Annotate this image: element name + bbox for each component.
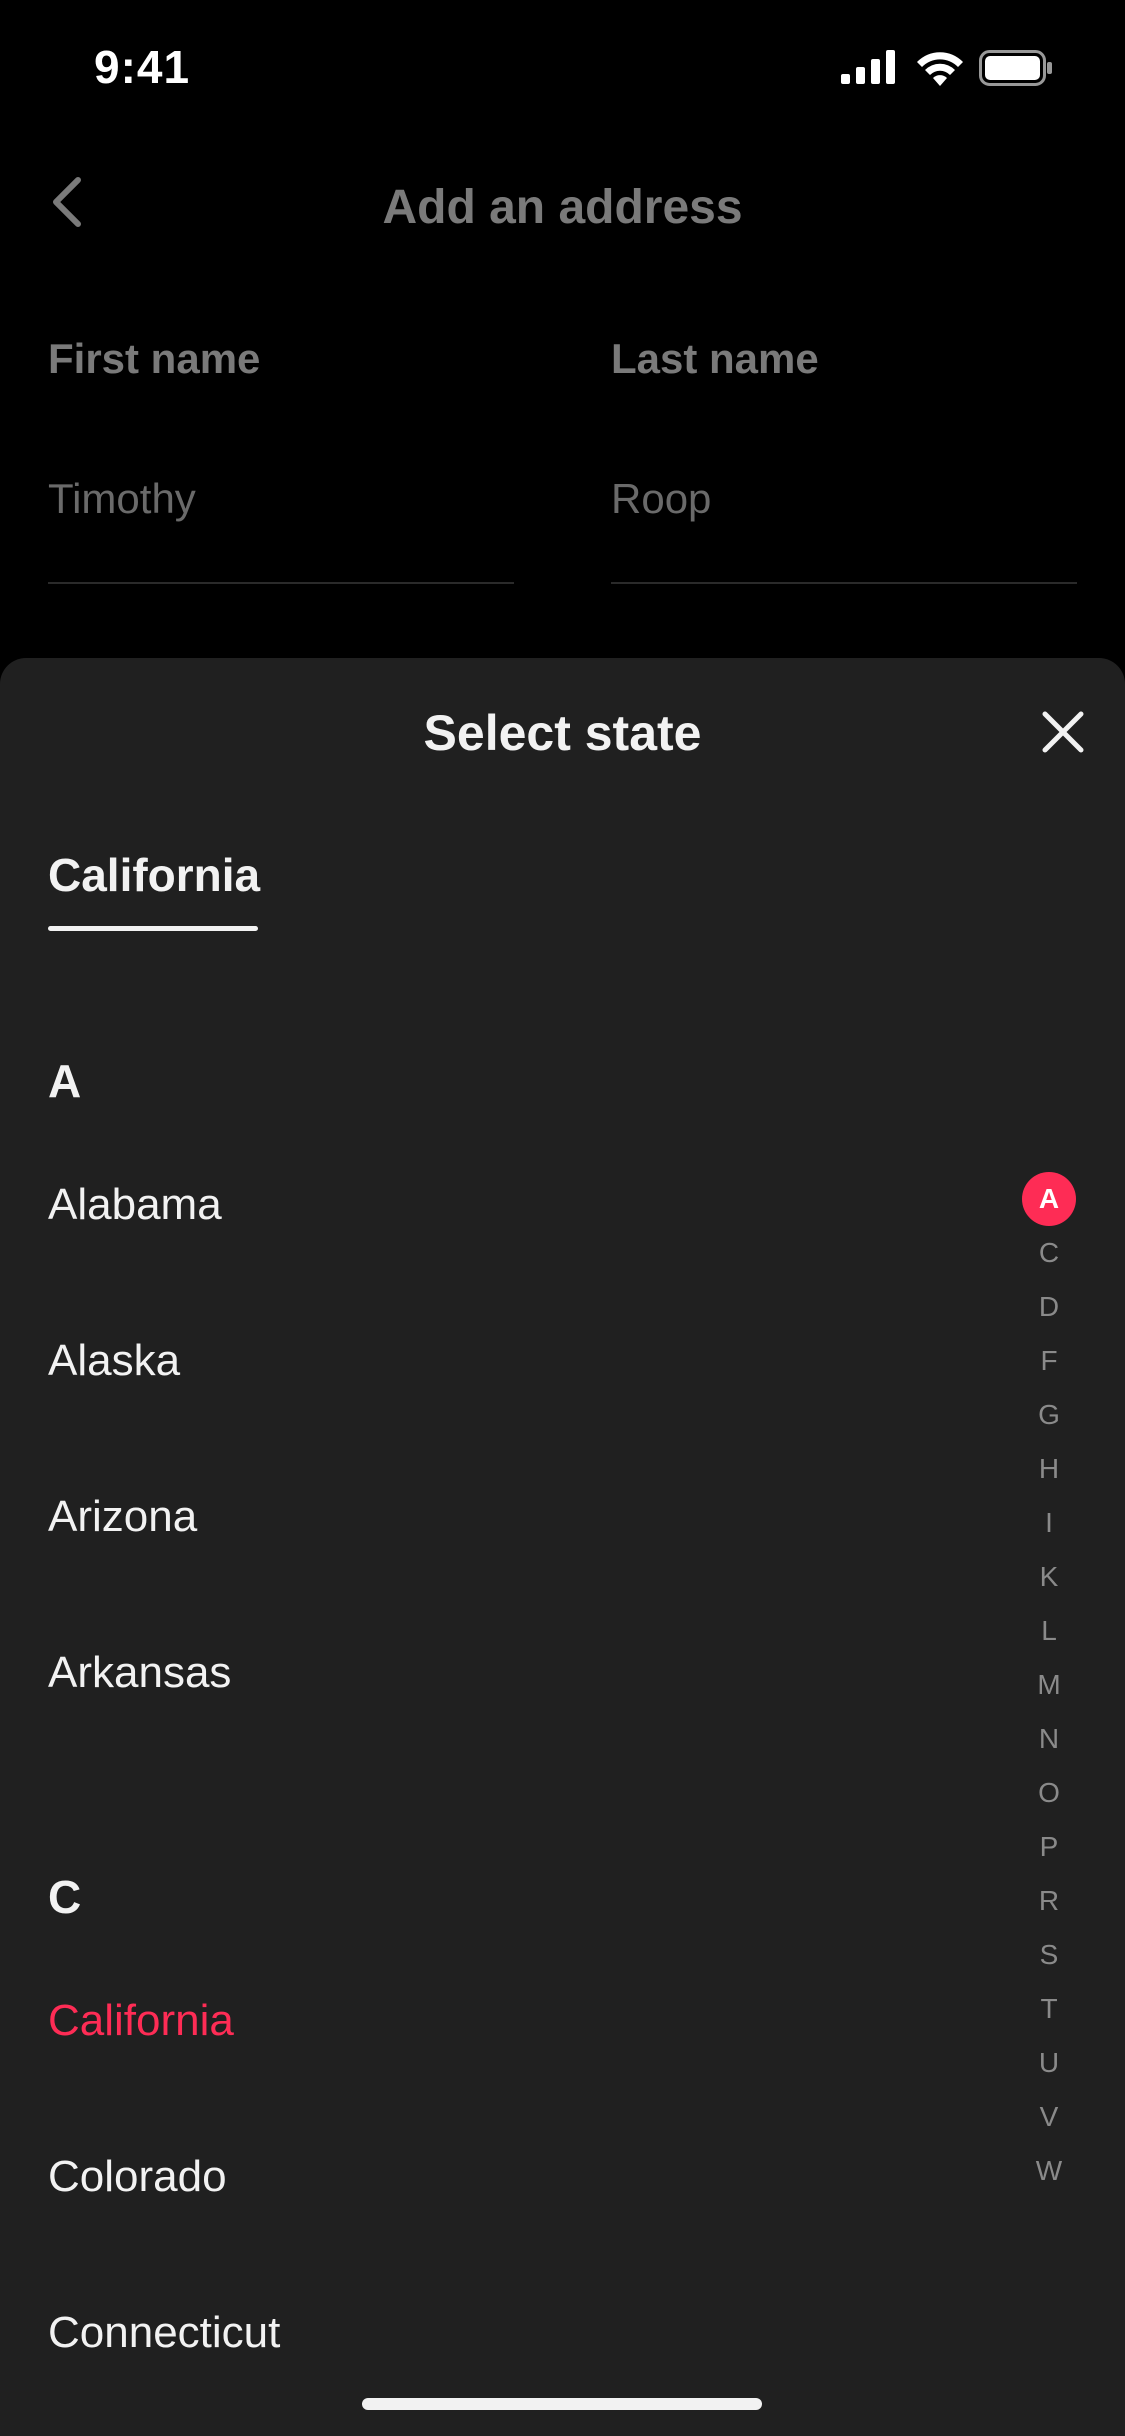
section-header-c: C — [48, 1871, 82, 1923]
index-letter-h[interactable]: H — [1022, 1442, 1076, 1496]
index-letter-c[interactable]: C — [1022, 1226, 1076, 1280]
index-letter-i[interactable]: I — [1022, 1496, 1076, 1550]
status-time: 9:41 — [94, 41, 191, 93]
index-letter-m[interactable]: M — [1022, 1658, 1076, 1712]
index-letter-g[interactable]: G — [1022, 1388, 1076, 1442]
address-form-background: Add an address First name Timothy Last n… — [0, 140, 1125, 660]
index-letter-n[interactable]: N — [1022, 1712, 1076, 1766]
last-name-underline — [611, 582, 1077, 584]
first-name-label: First name — [48, 335, 261, 382]
home-indicator[interactable] — [362, 2398, 762, 2410]
index-letter-a[interactable]: A — [1022, 1172, 1076, 1226]
state-item-alabama[interactable]: Alabama — [48, 1180, 222, 1230]
index-letter-l[interactable]: L — [1022, 1604, 1076, 1658]
selected-state-tab[interactable]: California — [48, 848, 260, 902]
state-item-arkansas[interactable]: Arkansas — [48, 1648, 231, 1698]
page-title: Add an address — [382, 181, 743, 234]
index-letter-t[interactable]: T — [1022, 1982, 1076, 2036]
selected-tab-underline — [48, 926, 258, 931]
index-letter-d[interactable]: D — [1022, 1280, 1076, 1334]
index-letter-k[interactable]: K — [1022, 1550, 1076, 1604]
wifi-icon — [917, 52, 963, 86]
first-name-underline — [48, 582, 514, 584]
state-item-arizona[interactable]: Arizona — [48, 1492, 197, 1542]
status-bar: 9:41 — [0, 0, 1125, 140]
sheet-title: Select state — [423, 705, 702, 761]
section-header-a: A — [48, 1055, 82, 1107]
state-item-connecticut[interactable]: Connecticut — [48, 2308, 280, 2358]
index-letter-s[interactable]: S — [1022, 1928, 1076, 1982]
index-letter-v[interactable]: V — [1022, 2090, 1076, 2144]
index-letter-r[interactable]: R — [1022, 1874, 1076, 1928]
index-letter-p[interactable]: P — [1022, 1820, 1076, 1874]
state-item-colorado[interactable]: Colorado — [48, 2152, 227, 2202]
close-icon[interactable] — [1041, 710, 1085, 754]
battery-icon — [979, 50, 1052, 86]
last-name-label: Last name — [611, 335, 819, 382]
index-letter-o[interactable]: O — [1022, 1766, 1076, 1820]
index-letter-f[interactable]: F — [1022, 1334, 1076, 1388]
state-item-alaska[interactable]: Alaska — [48, 1336, 180, 1386]
state-item-california[interactable]: California — [48, 1996, 234, 2046]
index-letter-u[interactable]: U — [1022, 2036, 1076, 2090]
first-name-field[interactable]: Timothy — [48, 475, 196, 523]
select-state-sheet: Select state California A Alabama Alaska… — [0, 658, 1125, 2436]
signal-icon — [841, 50, 895, 84]
index-letter-w[interactable]: W — [1022, 2144, 1076, 2198]
last-name-field[interactable]: Roop — [611, 475, 711, 523]
